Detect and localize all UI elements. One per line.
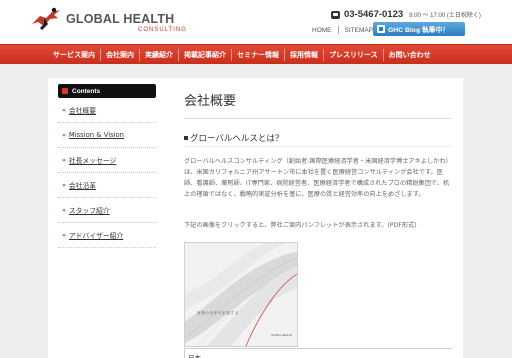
double-chevron-icon: »	[62, 206, 66, 214]
title-divider	[184, 118, 452, 119]
pamphlet-logo: GLOBAL HEALTH	[271, 334, 293, 337]
double-chevron-icon: »	[62, 156, 66, 164]
company-description: グローバルヘルスコンサルティング（創始者:国際医療経済学者・米国経済学博士アキよ…	[184, 158, 450, 198]
double-chevron-icon: »	[62, 106, 66, 114]
main-content: 会社概要 グローバルヘルスとは？ グローバルヘルスコンサルティング（創始者:国際…	[184, 90, 452, 358]
section-heading-label: グローバルヘルスとは？	[190, 134, 284, 144]
sidebar-item-label[interactable]: 社長メッセージ	[69, 155, 116, 165]
sidebar-heading-bullet	[62, 88, 68, 94]
sidebar-item-advisors[interactable]: » アドバイザー紹介	[58, 223, 156, 248]
nav-item-articles[interactable]: 掲載記事紹介	[178, 48, 231, 61]
company-logo[interactable]: GLOBAL HEALTH CONSULTING	[30, 6, 190, 36]
section-heading: グローバルヘルスとは？	[184, 132, 283, 144]
sidebar-item-label[interactable]: 会社沿革	[69, 180, 96, 190]
double-chevron-icon: »	[62, 181, 66, 189]
sidebar-item-overview[interactable]: » 会社概要	[58, 98, 156, 123]
home-link[interactable]: HOME	[306, 27, 338, 34]
nav-item-company[interactable]: 会社案内	[100, 48, 139, 61]
sidebar-item-label[interactable]: 会社概要	[69, 105, 96, 115]
sidebar-item-staff[interactable]: » スタッフ紹介	[58, 198, 156, 223]
sidebar-item-message[interactable]: » 社長メッセージ	[58, 148, 156, 173]
sidebar-item-label[interactable]: アドバイザー紹介	[69, 230, 123, 240]
sidebar-item-label[interactable]: スタッフ紹介	[69, 205, 110, 215]
double-chevron-icon: »	[62, 231, 66, 239]
sidebar-item-history[interactable]: » 会社沿革	[58, 173, 156, 198]
phone-hours: 9:00 ～ 17:00 (土日祝除く)	[409, 13, 481, 19]
section-divider	[184, 146, 452, 147]
square-bullet-icon	[184, 136, 188, 140]
phone-info: 03-5467-0123 9:00 ～ 17:00 (土日祝除く)	[331, 9, 481, 20]
sidebar-item-mission[interactable]: » Mission & Vision	[58, 123, 156, 148]
site-header: GLOBAL HEALTH CONSULTING 03-5467-0123 9:…	[0, 0, 512, 44]
phone-icon	[331, 10, 340, 19]
nav-item-recruit[interactable]: 採用情報	[284, 48, 323, 61]
global-nav: サービス案内 会社案内 実績紹介 掲載記事紹介 セミナー情報 採用情報 プレスリ…	[0, 44, 512, 64]
language-label: 日本	[188, 354, 201, 358]
pamphlet-image[interactable]: 医療の未来を創造する GLOBAL HEALTH	[184, 242, 298, 347]
nav-item-contact[interactable]: お問い合わせ	[382, 48, 436, 61]
runner-logo-icon	[32, 7, 60, 30]
sidebar-heading-label: Contents	[72, 87, 101, 95]
phone-number: 03-5467-0123	[344, 9, 404, 20]
pamphlet-wave-graphic	[185, 243, 297, 346]
double-chevron-icon: »	[62, 131, 66, 139]
nav-item-seminars[interactable]: セミナー情報	[231, 48, 284, 61]
top-links: HOME SITEMAP	[306, 26, 379, 34]
blog-icon	[377, 25, 385, 33]
language-box: 日本	[184, 348, 452, 358]
logo-sub-text: CONSULTING	[138, 27, 187, 33]
page-title: 会社概要	[184, 94, 237, 109]
blog-button[interactable]: GHC Blog 執筆中！	[373, 22, 465, 36]
pamphlet-note: 下記の画像をクリックすると、弊社ご案内パンフレットが表示されます。(PDF形式)	[184, 222, 417, 229]
blog-button-label: GHC Blog 執筆中！	[388, 27, 450, 34]
nav-item-services[interactable]: サービス案内	[48, 49, 100, 61]
sidebar: Contents » 会社概要 » Mission & Vision » 社長メ…	[58, 84, 156, 248]
sidebar-heading: Contents	[58, 84, 156, 98]
logo-main-text: GLOBAL HEALTH	[66, 12, 175, 26]
sidebar-item-label[interactable]: Mission & Vision	[69, 131, 124, 139]
pamphlet-title: 医療の未来を創造する	[197, 311, 239, 315]
nav-item-achievements[interactable]: 実績紹介	[139, 48, 178, 61]
nav-item-press[interactable]: プレスリリース	[323, 48, 383, 61]
